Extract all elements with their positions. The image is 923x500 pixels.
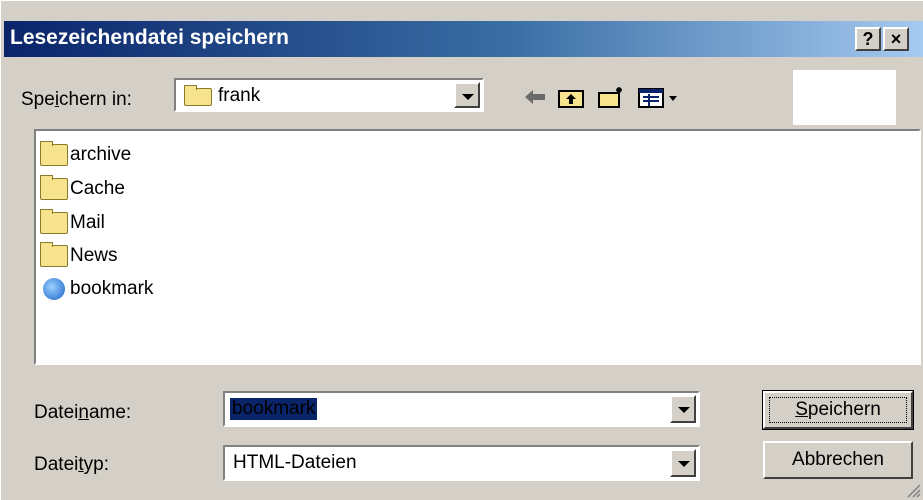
filename-label: Dateiname: [34,402,132,423]
file-name: News [70,245,118,266]
save-in-value: frank [218,85,261,106]
file-list[interactable]: archive Cache Mail News bookmark [34,129,921,365]
cancel-button[interactable]: Abbrechen [763,441,913,479]
filename-value: bookmark [230,398,318,420]
file-name: archive [70,144,132,165]
open-folder-icon [184,85,212,106]
close-button[interactable]: × [883,27,909,51]
filetype-dropdown[interactable]: HTML-Dateien [223,445,700,481]
filetype-label: Dateityp: [34,454,109,475]
folder-icon [40,175,68,200]
filename-input[interactable]: bookmark [223,391,700,427]
file-name: Cache [70,178,125,199]
up-folder-icon[interactable] [557,85,585,109]
dialog-title: Lesezeichendatei speichern [10,26,289,49]
save-button-label: Speichern [795,399,881,420]
cancel-button-label: Abbrechen [792,449,884,470]
save-in-label: Speichern in: [21,89,132,110]
folder-icon [40,141,68,166]
folder-icon [40,242,68,267]
help-button[interactable]: ? [855,27,881,51]
folder-icon [40,209,68,234]
file-name: bookmark [70,278,154,299]
chevron-down-icon[interactable] [670,395,696,423]
file-name: Mail [70,212,105,233]
ie-html-file-icon [43,278,65,300]
chevron-down-icon[interactable] [670,449,696,477]
filetype-value: HTML-Dateien [233,452,357,473]
chevron-down-icon[interactable] [454,82,480,108]
back-arrow-icon[interactable] [521,85,549,109]
save-dialog: Lesezeichendatei speichern ? × Speichern… [0,0,923,500]
preview-area [793,70,896,125]
save-button[interactable]: Speichern [762,390,914,430]
save-in-dropdown[interactable]: frank [174,78,484,112]
title-bar[interactable]: Lesezeichendatei speichern ? × [4,21,923,57]
resize-grip-icon[interactable] [905,482,921,498]
new-folder-icon[interactable] [597,85,625,109]
view-menu-icon[interactable] [637,85,681,109]
